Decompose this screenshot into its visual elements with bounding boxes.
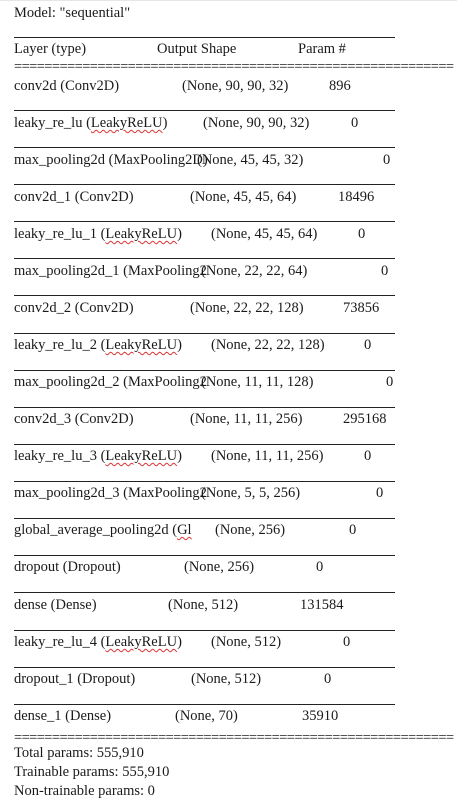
output-shape: (None, 45, 45, 64) bbox=[190, 189, 297, 205]
row-divider bbox=[14, 592, 395, 593]
row-divider bbox=[14, 221, 395, 222]
output-shape: (None, 22, 22, 128) bbox=[190, 300, 304, 316]
output-shape: (None, 512) bbox=[211, 634, 282, 650]
param-count: 0 bbox=[343, 634, 351, 650]
row-divider bbox=[14, 258, 395, 259]
output-shape: (None, 11, 11, 128) bbox=[201, 374, 314, 390]
output-shape: (None, 22, 22, 128) bbox=[211, 337, 325, 353]
param-count: 0 bbox=[381, 263, 389, 279]
spellcheck-flagged-word: LeakyReLU bbox=[105, 226, 178, 242]
param-count: 0 bbox=[351, 115, 359, 131]
row-divider bbox=[14, 444, 395, 445]
param-count: 0 bbox=[364, 337, 372, 353]
row-divider bbox=[14, 407, 395, 408]
row-divider bbox=[14, 370, 395, 371]
layer-name: max_pooling2d (MaxPooling2D) bbox=[14, 152, 208, 168]
layer-name-suffix: ) bbox=[162, 115, 168, 131]
param-count: 0 bbox=[316, 559, 324, 575]
header-top-rule bbox=[14, 37, 395, 38]
output-shape: (None, 256) bbox=[215, 522, 286, 538]
output-shape: (None, 22, 22, 64) bbox=[201, 263, 308, 279]
spellcheck-flagged-word: LeakyReLU bbox=[105, 337, 178, 353]
output-shape: (None, 45, 45, 32) bbox=[197, 152, 304, 168]
layer-name-prefix: leaky_re_lu_3 ( bbox=[14, 448, 106, 464]
layer-name: conv2d_2 (Conv2D) bbox=[14, 300, 134, 316]
spellcheck-flagged-word: LeakyReLU bbox=[105, 634, 178, 650]
layer-name: dense_1 (Dense) bbox=[14, 708, 112, 724]
layer-name: dropout (Dropout) bbox=[14, 559, 121, 575]
row-divider bbox=[14, 518, 395, 519]
total-params: Total params: 555,910 bbox=[14, 745, 144, 761]
param-count: 0 bbox=[383, 152, 391, 168]
layer-name-prefix: global_average_pooling2d ( bbox=[14, 522, 178, 538]
param-count: 0 bbox=[349, 522, 357, 538]
output-shape: (None, 512) bbox=[168, 597, 239, 613]
layer-name: conv2d (Conv2D) bbox=[14, 78, 120, 94]
layer-name: leaky_re_lu_4 (LeakyReLU) bbox=[14, 633, 182, 651]
row-divider bbox=[14, 110, 395, 111]
param-count: 0 bbox=[364, 448, 372, 464]
layer-name-suffix: ) bbox=[177, 448, 182, 464]
layer-name-prefix: leaky_re_lu ( bbox=[14, 115, 91, 131]
output-shape: (None, 45, 45, 64) bbox=[211, 226, 318, 242]
layer-name: leaky_re_lu (LeakyReLU) bbox=[14, 114, 167, 132]
layer-name-suffix: ) bbox=[177, 337, 182, 353]
output-shape: (None, 256) bbox=[184, 559, 255, 575]
layer-name: max_pooling2d_2 (MaxPooling2 bbox=[14, 374, 207, 390]
row-divider bbox=[14, 667, 395, 668]
layer-name: max_pooling2d_1 (MaxPooling2 bbox=[14, 263, 207, 279]
layer-name: dropout_1 (Dropout) bbox=[14, 671, 136, 687]
output-shape: (None, 90, 90, 32) bbox=[182, 78, 289, 94]
page-top-edge bbox=[0, 0, 457, 1]
layer-name-prefix: leaky_re_lu_4 ( bbox=[14, 634, 106, 650]
trainable-params: Trainable params: 555,910 bbox=[14, 764, 170, 780]
row-divider bbox=[14, 295, 395, 296]
layer-name-suffix: ) bbox=[177, 226, 182, 242]
output-shape: (None, 512) bbox=[191, 671, 262, 687]
header-double-rule: ========================================… bbox=[14, 62, 454, 72]
header-layer: Layer (type) bbox=[14, 41, 87, 57]
layer-name: max_pooling2d_3 (MaxPooling2 bbox=[14, 485, 207, 501]
output-shape: (None, 11, 11, 256) bbox=[211, 448, 324, 464]
non-trainable-params: Non-trainable params: 0 bbox=[14, 783, 155, 799]
row-divider bbox=[14, 704, 395, 705]
layer-name: conv2d_3 (Conv2D) bbox=[14, 411, 134, 427]
spellcheck-flagged-word: LeakyReLU bbox=[105, 448, 178, 464]
row-divider bbox=[14, 184, 395, 185]
param-count: 35910 bbox=[302, 708, 339, 724]
output-shape: (None, 90, 90, 32) bbox=[203, 115, 310, 131]
row-divider bbox=[14, 555, 395, 556]
param-count: 18496 bbox=[338, 189, 375, 205]
header-output-shape: Output Shape bbox=[157, 41, 237, 57]
layer-name: leaky_re_lu_1 (LeakyReLU) bbox=[14, 225, 182, 243]
row-divider bbox=[14, 333, 395, 334]
spellcheck-flagged-word: LeakyReLU bbox=[90, 115, 163, 131]
layer-name-prefix: leaky_re_lu_1 ( bbox=[14, 226, 106, 242]
layer-name: conv2d_1 (Conv2D) bbox=[14, 189, 134, 205]
row-divider bbox=[14, 147, 395, 148]
layer-name-suffix: ) bbox=[177, 634, 182, 650]
output-shape: (None, 70) bbox=[175, 708, 238, 724]
layer-name: leaky_re_lu_2 (LeakyReLU) bbox=[14, 336, 182, 354]
param-count: 0 bbox=[324, 671, 332, 687]
param-count: 0 bbox=[358, 226, 366, 242]
param-count: 896 bbox=[329, 78, 351, 94]
param-count: 0 bbox=[376, 485, 384, 501]
model-title: Model: "sequential" bbox=[14, 5, 131, 21]
row-divider bbox=[14, 481, 395, 482]
param-count: 295168 bbox=[343, 411, 387, 427]
layer-name: global_average_pooling2d (Gl bbox=[14, 521, 192, 539]
layer-name: leaky_re_lu_3 (LeakyReLU) bbox=[14, 447, 182, 465]
layer-name-prefix: leaky_re_lu_2 ( bbox=[14, 337, 106, 353]
output-shape: (None, 5, 5, 256) bbox=[201, 485, 301, 501]
row-divider bbox=[14, 630, 395, 631]
output-shape: (None, 11, 11, 256) bbox=[190, 411, 303, 427]
layer-name: dense (Dense) bbox=[14, 597, 97, 613]
param-count: 73856 bbox=[343, 300, 380, 316]
header-param-count: Param # bbox=[298, 41, 346, 57]
param-count: 0 bbox=[386, 374, 394, 390]
param-count: 131584 bbox=[300, 597, 344, 613]
footer-double-rule: ========================================… bbox=[14, 733, 454, 743]
spellcheck-flagged-word: Gl bbox=[177, 522, 192, 538]
